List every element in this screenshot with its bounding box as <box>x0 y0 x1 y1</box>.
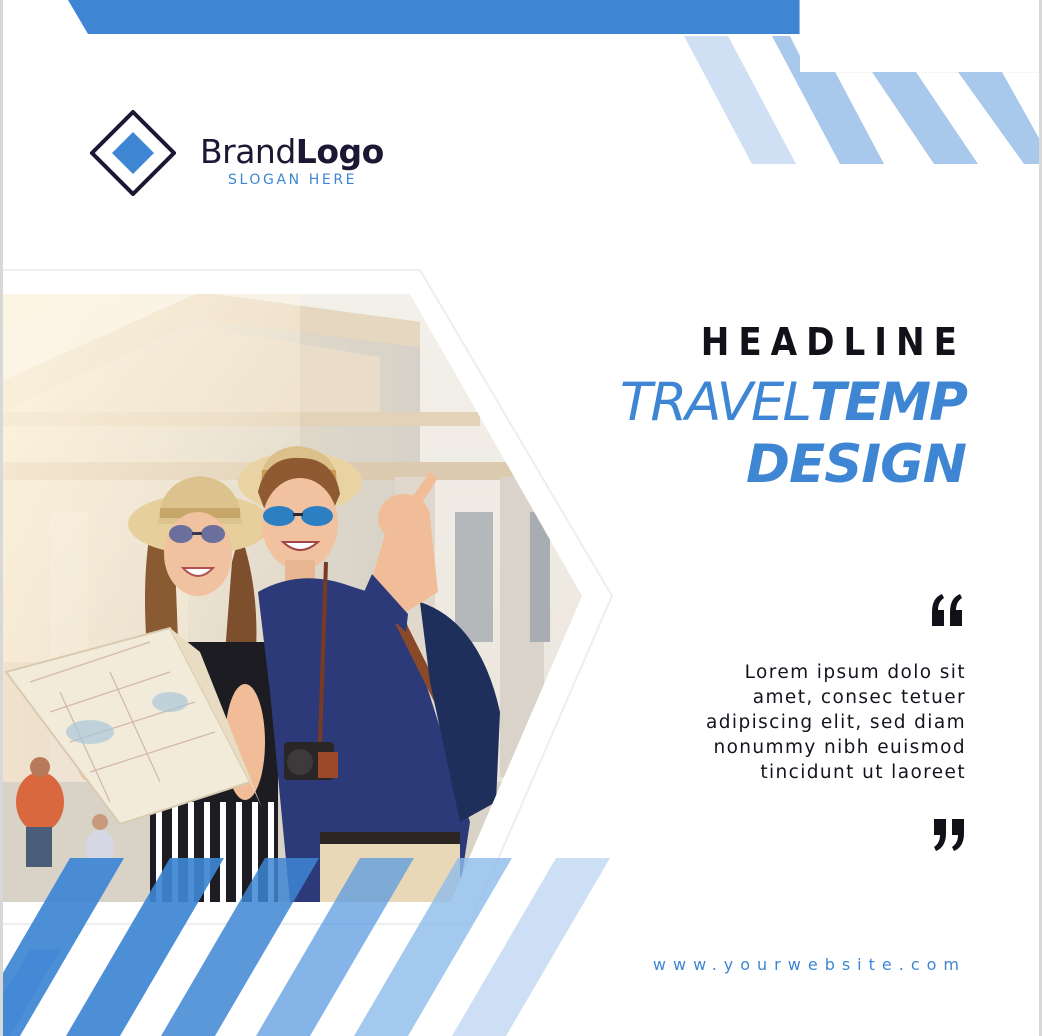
brand-name-light: Brand <box>200 132 296 171</box>
quote-text: Lorem ipsum dolo sit amet, consec tetuer… <box>706 662 966 783</box>
title-temp: TEMP <box>810 372 968 433</box>
travel-photo-panel <box>0 262 620 930</box>
brand-name-bold: Logo <box>295 132 385 171</box>
title-line-1: TRAVELTEMP <box>619 372 968 433</box>
travel-flyer: BrandLogo SLOGAN HERE HEADLINE TRAVELTEM… <box>0 0 1042 1036</box>
headline: HEADLINE <box>700 320 966 364</box>
top-decorative-stripes <box>640 0 1042 170</box>
brand-logo[interactable]: BrandLogo SLOGAN HERE <box>90 110 430 200</box>
quote-open-icon <box>932 594 962 626</box>
website-link[interactable]: www.yourwebsite.com <box>653 955 966 974</box>
title-line-2: DESIGN <box>746 434 967 495</box>
brand-name: BrandLogo <box>200 132 384 171</box>
bottom-decorative-stripes <box>0 850 640 1036</box>
brand-slogan: SLOGAN HERE <box>228 172 358 188</box>
title-travel: TRAVEL <box>619 372 812 433</box>
diamond-logo-icon <box>90 110 176 196</box>
quote-close-icon <box>934 819 964 851</box>
